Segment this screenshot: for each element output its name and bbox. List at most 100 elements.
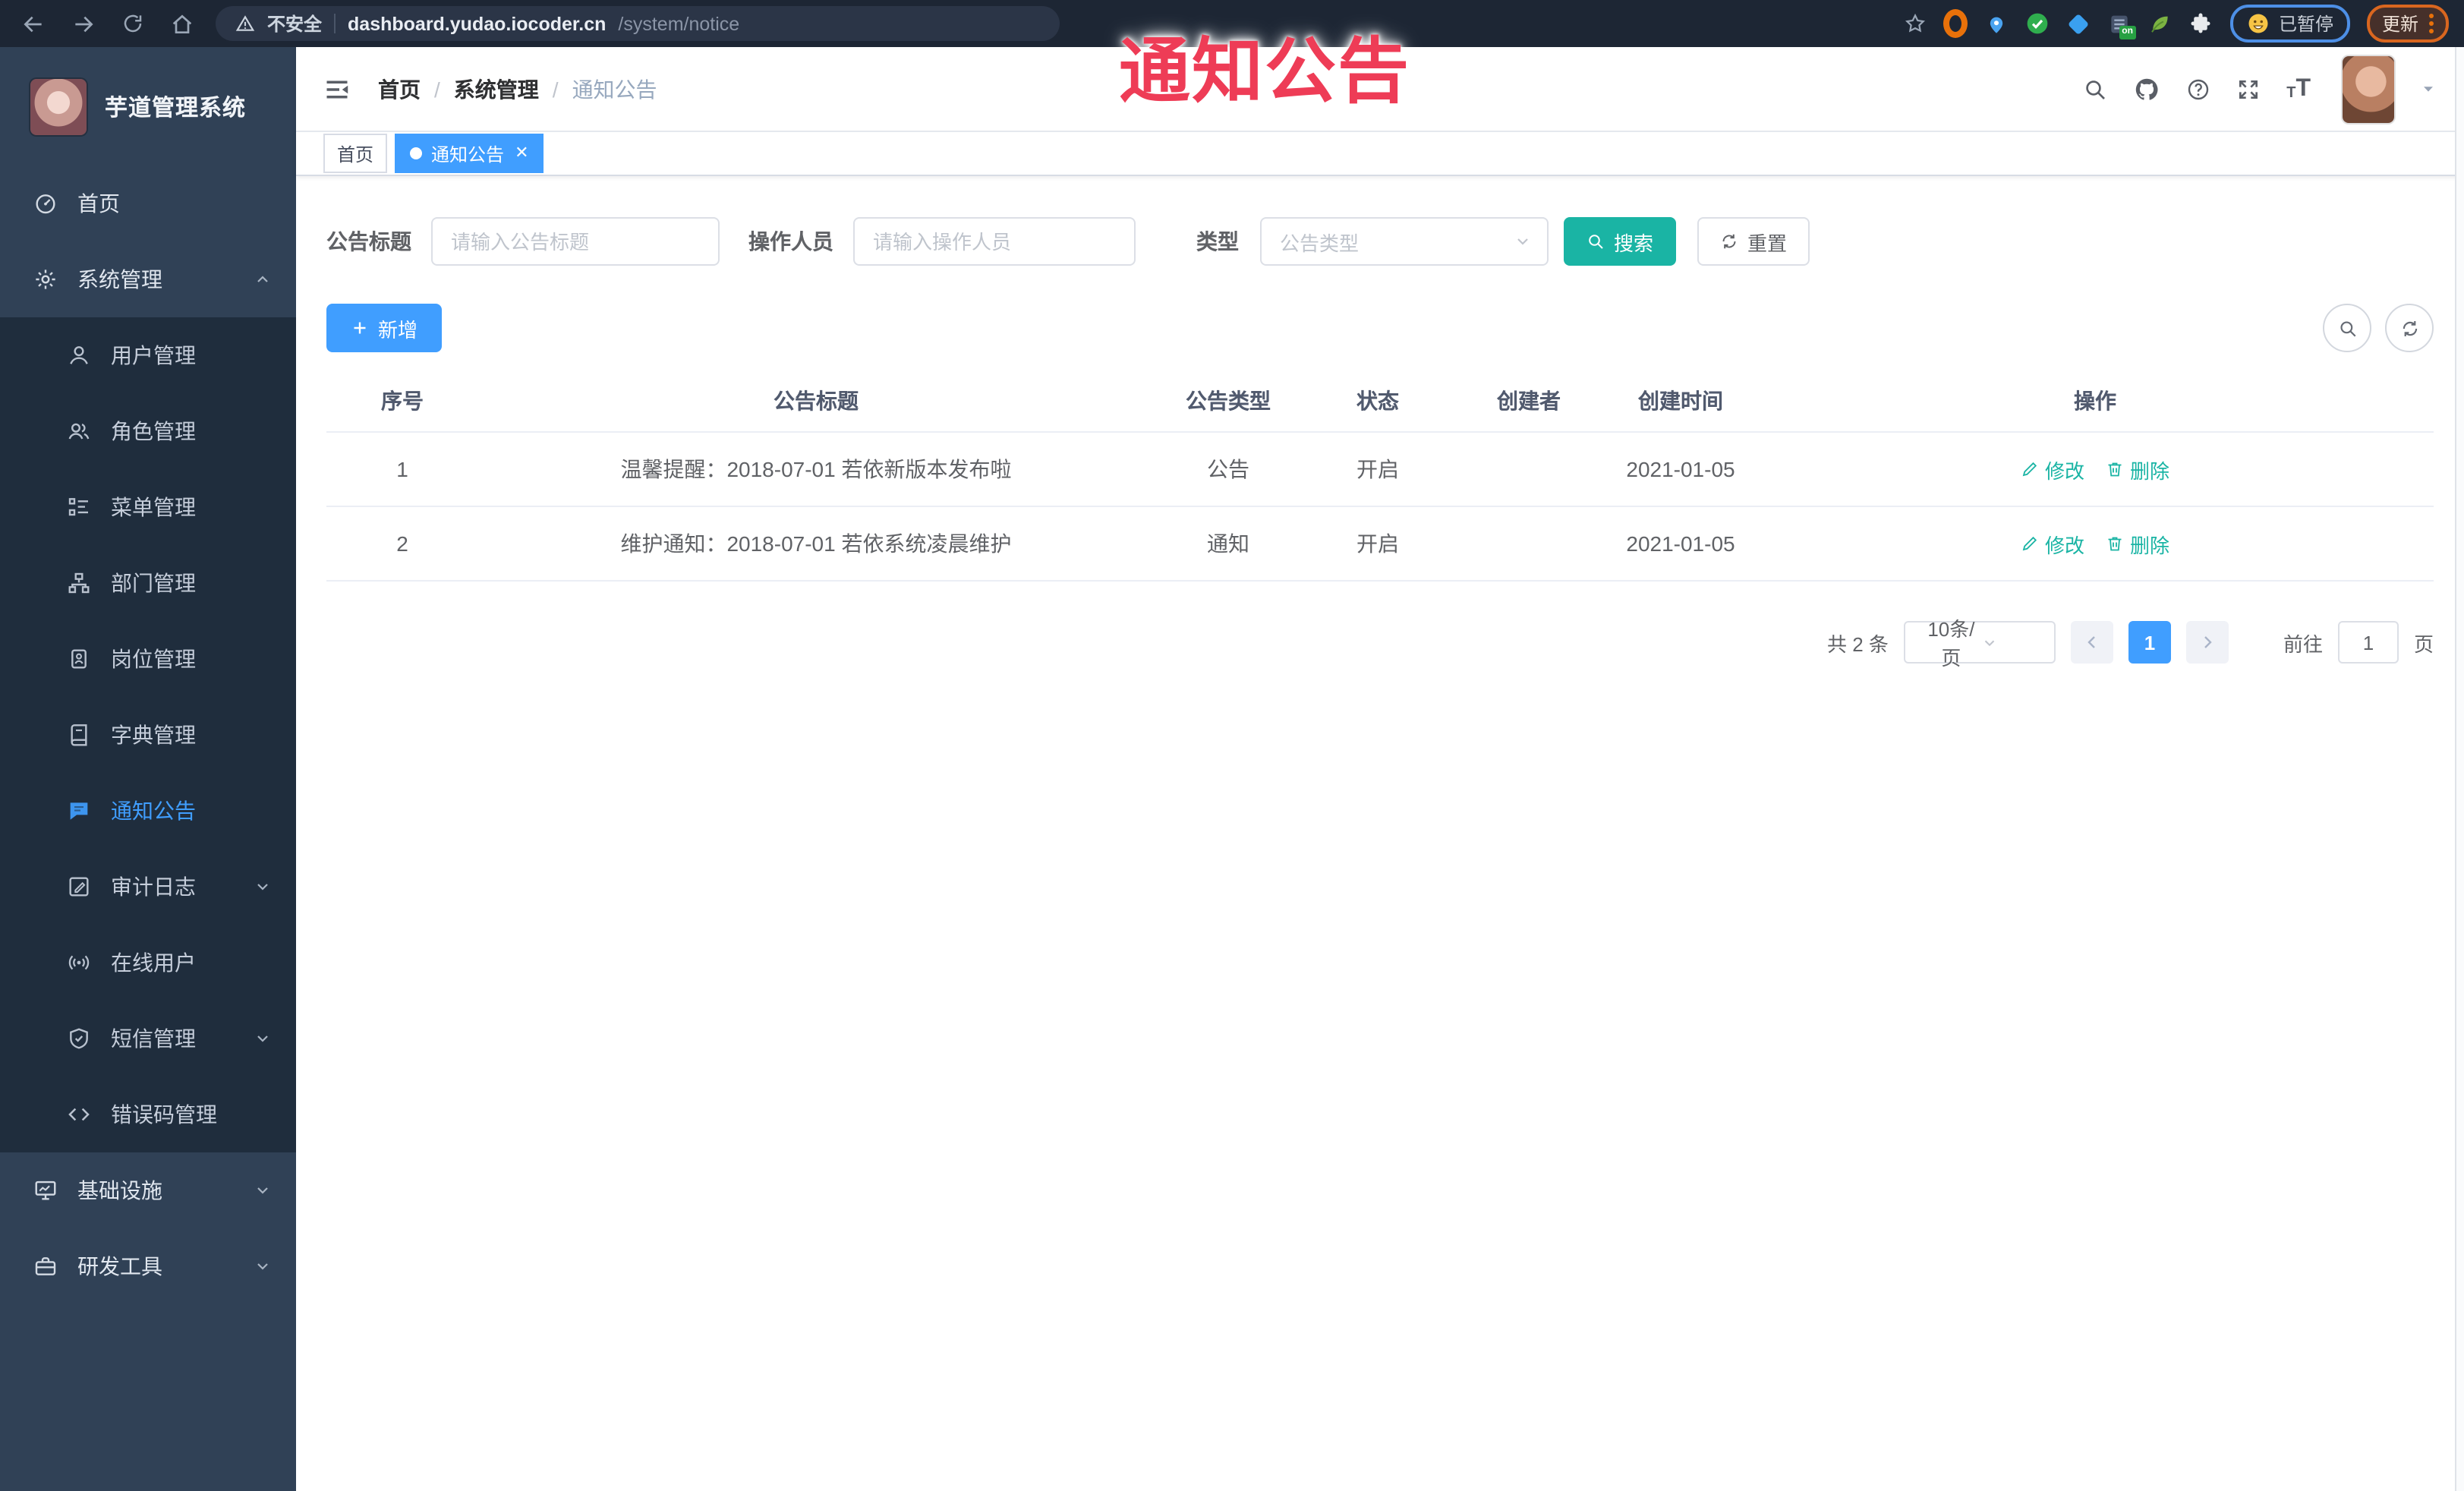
chevron-down-icon [1514,232,1532,251]
toggle-search-button[interactable] [2323,304,2371,352]
breadcrumb-home[interactable]: 首页 [378,74,421,104]
delete-row-button[interactable]: 删除 [2106,455,2169,484]
sidebar-item-role-management[interactable]: 角色管理 [0,393,296,469]
sitemap-icon [67,571,91,595]
next-page-button[interactable] [2185,621,2229,664]
delete-label: 删除 [2130,534,2170,556]
extensions-puzzle-icon[interactable] [2189,11,2214,36]
tab-notice[interactable]: 通知公告 ✕ [395,134,544,173]
sidebar-logo[interactable]: 芋道管理系统 [0,47,296,165]
prev-page-button[interactable] [2070,621,2113,664]
edit-row-button[interactable]: 修改 [2021,529,2084,558]
search-icon [1586,232,1605,251]
page-number-button[interactable]: 1 [2128,621,2171,664]
add-button[interactable]: 新增 [326,304,443,352]
sidebar-item-label: 菜单管理 [111,495,196,519]
cell-title: 维护通知：2018-07-01 若依系统凌晨维护 [620,531,1012,556]
browser-reload-icon[interactable] [121,12,144,35]
refresh-icon [2399,318,2419,338]
sidebar-item-sms-management[interactable]: 短信管理 [0,1001,296,1076]
sidebar-item-menu-management[interactable]: 菜单管理 [0,469,296,545]
browser-menu-icon[interactable] [2429,14,2434,33]
tags-view-bar: 首页 通知公告 ✕ [296,132,2464,176]
annotation-overlay-title: 通知公告 [1119,30,1410,111]
extension-pin-icon[interactable] [1984,11,2009,36]
address-bar[interactable]: 不安全 dashboard.yudao.iocoder.cn/system/no… [216,6,1060,41]
update-label: 更新 [2381,14,2418,35]
header-search-icon[interactable] [2083,77,2107,101]
profile-paused-chip[interactable]: 已暂停 [2229,5,2350,43]
delete-row-button[interactable]: 删除 [2106,529,2169,558]
sidebar-item-post-management[interactable]: 岗位管理 [0,621,296,697]
refresh-table-button[interactable] [2385,304,2434,352]
edit-label: 修改 [2044,534,2084,556]
extension-database-icon[interactable]: on [2107,11,2136,39]
sidebar-toggle-icon[interactable] [323,75,351,102]
extension-leaf-icon[interactable] [2148,11,2173,36]
search-icon [2337,318,2357,338]
bookmark-star-icon[interactable] [1904,12,1927,35]
notice-table: 序号 公告标题 公告类型 状态 创建者 创建时间 操作 1 温馨提醒：2018-… [326,370,2434,582]
scrollbar[interactable] [2455,47,2464,1491]
sidebar-item-infrastructure[interactable]: 基础设施 [0,1152,296,1228]
paused-label: 已暂停 [2278,14,2333,35]
sidebar-item-home[interactable]: 首页 [0,165,296,241]
reset-button[interactable]: 重置 [1697,217,1810,266]
github-icon[interactable] [2133,75,2160,102]
pencil-icon [2021,460,2039,478]
goto-page-input[interactable] [2337,621,2399,664]
sidebar-item-dev-tools[interactable]: 研发工具 [0,1228,296,1304]
tab-close-icon[interactable]: ✕ [515,144,528,162]
tab-home[interactable]: 首页 [323,134,388,173]
sidebar-item-label: 部门管理 [111,571,196,595]
browser-home-icon[interactable] [170,11,194,36]
sidebar-item-system-management[interactable]: 系统管理 [0,241,296,317]
search-button[interactable]: 搜索 [1564,217,1677,266]
edit-row-button[interactable]: 修改 [2021,455,2084,484]
active-tab-dot [410,147,423,159]
reset-button-label: 重置 [1747,232,1788,254]
sidebar-item-user-management[interactable]: 用户管理 [0,317,296,393]
sidebar-item-dept-management[interactable]: 部门管理 [0,545,296,621]
browser-forward-icon[interactable] [71,11,96,36]
browser-update-button[interactable]: 更新 [2366,5,2449,43]
sidebar-item-dict-management[interactable]: 字典管理 [0,697,296,773]
logo-image [30,78,87,134]
browser-back-icon[interactable] [21,11,46,36]
type-filter-label: 类型 [1196,229,1239,254]
title-filter-input[interactable] [431,217,720,266]
cell-status: 开启 [1356,531,1399,556]
pencil-icon [2021,534,2039,553]
user-avatar[interactable] [2343,55,2394,122]
page-size-select[interactable]: 10条/页 [1903,618,2056,670]
breadcrumb-separator: / [434,77,440,101]
shield-icon [67,1026,91,1051]
col-header-created: 创建时间 [1638,389,1723,413]
id-badge-icon [67,647,91,671]
breadcrumb-system[interactable]: 系统管理 [454,74,539,104]
avatar-caret-icon[interactable] [2420,80,2437,97]
font-size-icon[interactable]: TT [2286,76,2311,101]
url-path: /system/notice [618,13,740,34]
operator-filter-input[interactable] [853,217,1136,266]
page-content: 公告标题 操作人员 类型 公告类型 搜索 重置 [296,176,2464,670]
sidebar-item-online-users[interactable]: 在线用户 [0,925,296,1001]
chevron-up-icon [254,270,272,288]
sidebar-item-label: 用户管理 [111,343,196,367]
extension-diamond-icon[interactable] [2066,11,2091,36]
type-filter-select[interactable]: 公告类型 [1260,217,1549,266]
sidebar-item-error-code[interactable]: 错误码管理 [0,1076,296,1152]
chevron-down-icon [254,1181,272,1199]
sidebar-item-notice[interactable]: 通知公告 [0,773,296,849]
breadcrumb-current: 通知公告 [572,77,657,101]
fullscreen-icon[interactable] [2236,77,2261,101]
trash-icon [2106,534,2124,553]
docs-help-icon[interactable] [2186,77,2210,101]
sidebar-item-audit-log[interactable]: 审计日志 [0,849,296,925]
goto-label: 前往 [2283,632,2323,655]
operator-filter-label: 操作人员 [748,229,833,254]
extension-orange-icon[interactable] [1943,9,1968,38]
col-header-title: 公告标题 [774,389,859,413]
extension-check-icon[interactable] [2025,11,2050,36]
page-unit-label: 页 [2413,632,2434,655]
